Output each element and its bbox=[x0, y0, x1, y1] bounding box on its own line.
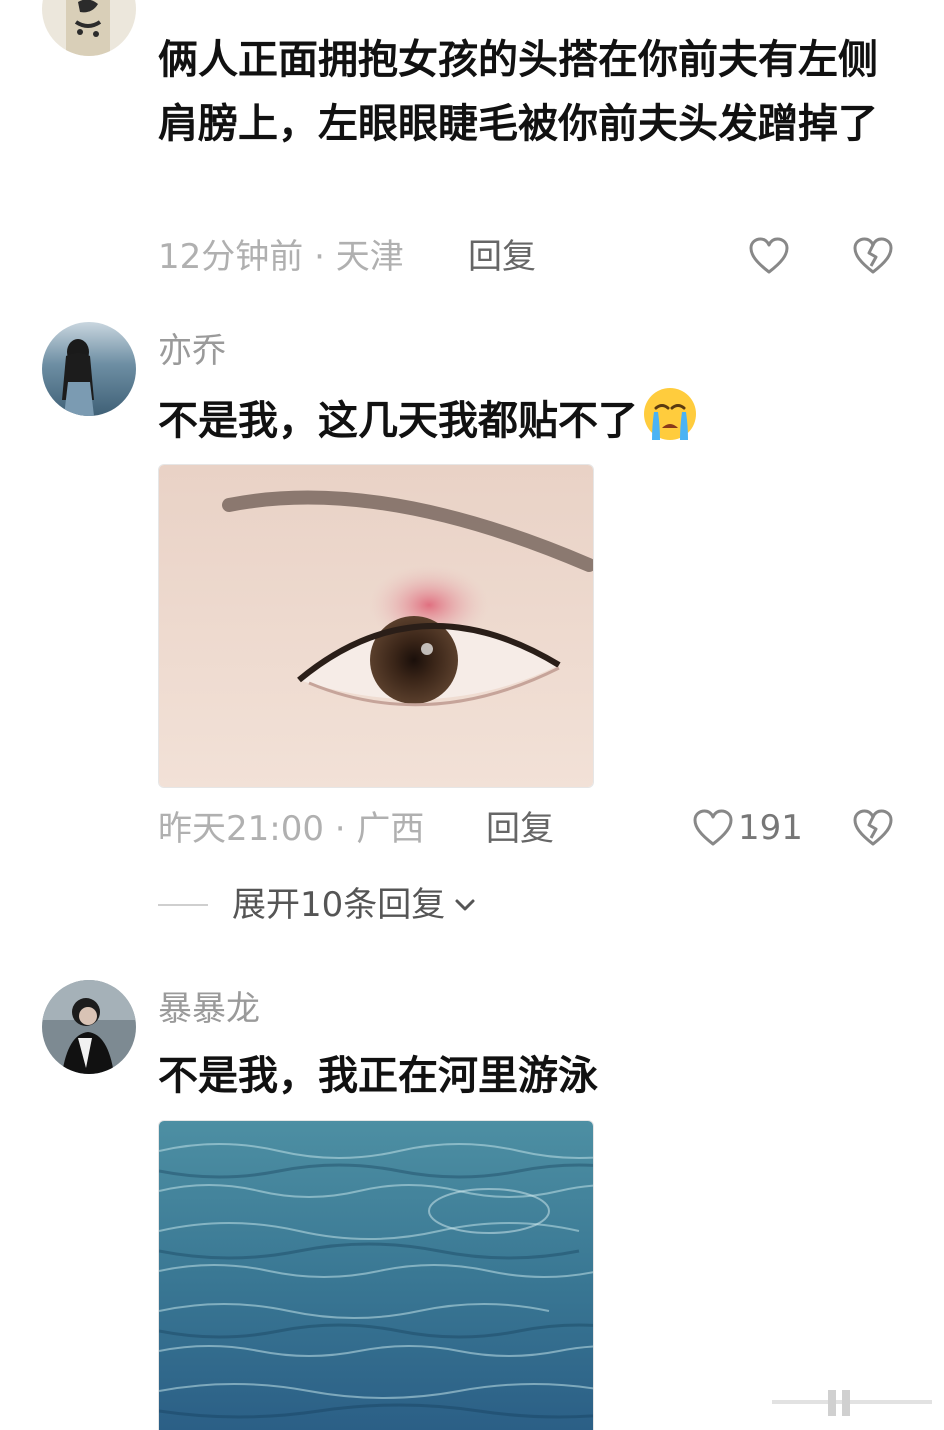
username[interactable]: 暴暴龙 bbox=[158, 992, 260, 1026]
avatar[interactable] bbox=[42, 0, 136, 56]
expand-replies-button[interactable]: 展开10条回复 bbox=[158, 888, 479, 922]
girl-by-sea-avatar-icon bbox=[42, 322, 136, 416]
heart-icon bbox=[693, 809, 733, 846]
expand-replies-label: 展开10条回复 bbox=[232, 885, 446, 925]
like-button[interactable]: 191 bbox=[692, 808, 803, 848]
comment-meta: 12分钟前 · 天津 bbox=[158, 240, 404, 274]
reply-button[interactable]: 回复 bbox=[486, 812, 554, 846]
dislike-button[interactable] bbox=[852, 808, 894, 852]
meta-separator: · bbox=[303, 237, 336, 277]
comment-text: 不是我，我正在河里游泳 bbox=[158, 1053, 598, 1099]
divider-line bbox=[158, 904, 208, 906]
comment-location: 天津 bbox=[335, 237, 404, 277]
heart-icon bbox=[749, 237, 789, 274]
like-button[interactable] bbox=[748, 236, 790, 276]
broken-heart-icon bbox=[853, 237, 893, 274]
reply-button[interactable]: 回复 bbox=[468, 240, 536, 274]
meta-separator: · bbox=[323, 809, 357, 849]
like-count: 191 bbox=[738, 808, 803, 848]
dislike-button[interactable] bbox=[852, 236, 894, 280]
avatar[interactable] bbox=[42, 980, 136, 1074]
comment-text: 不是我，这几天我都贴不了 bbox=[158, 386, 898, 461]
chevron-down-icon bbox=[455, 899, 475, 911]
comment-time: 12分钟前 bbox=[158, 237, 304, 277]
comment-text: 俩人正面拥抱女孩的头搭在你前夫有左侧肩膀上，左眼眼睫毛被你前夫头发蹭掉了 bbox=[158, 37, 878, 147]
eye-stye-photo[interactable] bbox=[158, 464, 594, 788]
comment-time: 昨天21:00 bbox=[158, 809, 324, 849]
calligraphy-avatar-icon bbox=[42, 0, 136, 56]
watermark-icon bbox=[772, 1390, 932, 1416]
comment-location: 广西 bbox=[356, 809, 425, 849]
avatar[interactable] bbox=[42, 322, 136, 416]
crying-face-emoji bbox=[642, 386, 698, 461]
comment-text-body: 不是我，这几天我都贴不了 bbox=[158, 398, 638, 444]
river-water-photo[interactable] bbox=[158, 1120, 594, 1430]
person-avatar-icon bbox=[42, 980, 136, 1074]
broken-heart-icon bbox=[853, 809, 893, 846]
comment-meta: 昨天21:00 · 广西 bbox=[158, 812, 424, 846]
username[interactable]: 亦乔 bbox=[158, 334, 226, 368]
